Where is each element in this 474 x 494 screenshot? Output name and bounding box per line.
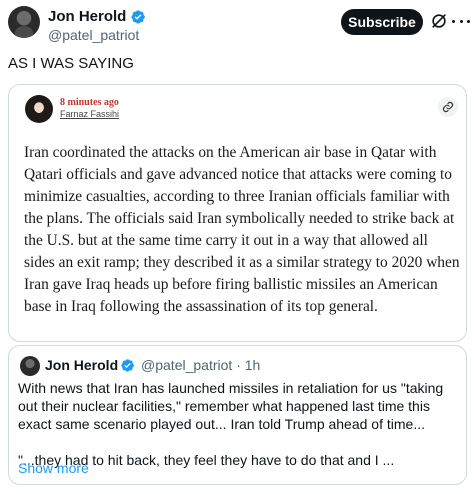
more-options-icon[interactable]	[452, 12, 470, 30]
post-header: Jon Herold @patel_patriot Subscribe	[0, 0, 474, 46]
author-avatar[interactable]	[8, 6, 40, 38]
article-author-avatar	[25, 95, 53, 123]
show-more-link[interactable]: Show more	[18, 459, 89, 477]
quoted-separator: ·	[236, 357, 241, 373]
post-text: AS I WAS SAYING	[8, 55, 134, 72]
author-handle[interactable]: @patel_patriot	[48, 27, 139, 44]
quoted-post-header: Jon Herold @patel_patriot · 1h	[45, 357, 260, 374]
article-timestamp: 8 minutes ago	[60, 97, 119, 108]
quoted-post-text: With news that Iran has launched missile…	[18, 379, 462, 469]
verified-badge-icon	[131, 10, 145, 24]
quoted-timestamp: 1h	[244, 357, 261, 373]
article-body-text: Iran coordinated the attacks on the Amer…	[24, 144, 460, 315]
quoted-verified-badge-icon	[121, 359, 135, 372]
subscribe-button[interactable]: Subscribe	[341, 9, 423, 35]
grok-icon[interactable]	[430, 12, 448, 30]
quoted-author-name: Jon Herold	[45, 357, 119, 373]
author-name[interactable]: Jon Herold	[48, 8, 126, 26]
quoted-paragraph-1: With news that Iran has launched missile…	[18, 380, 444, 432]
article-screenshot-card: 8 minutes ago Farnaz Fassihi Iran coordi…	[8, 84, 467, 342]
link-icon	[438, 97, 458, 117]
quoted-post-card[interactable]: Jon Herold @patel_patriot · 1h With news…	[8, 345, 467, 485]
quoted-author-avatar	[20, 356, 40, 376]
article-author-link: Farnaz Fassihi	[60, 109, 120, 119]
quoted-author-handle: @patel_patriot	[141, 357, 233, 373]
